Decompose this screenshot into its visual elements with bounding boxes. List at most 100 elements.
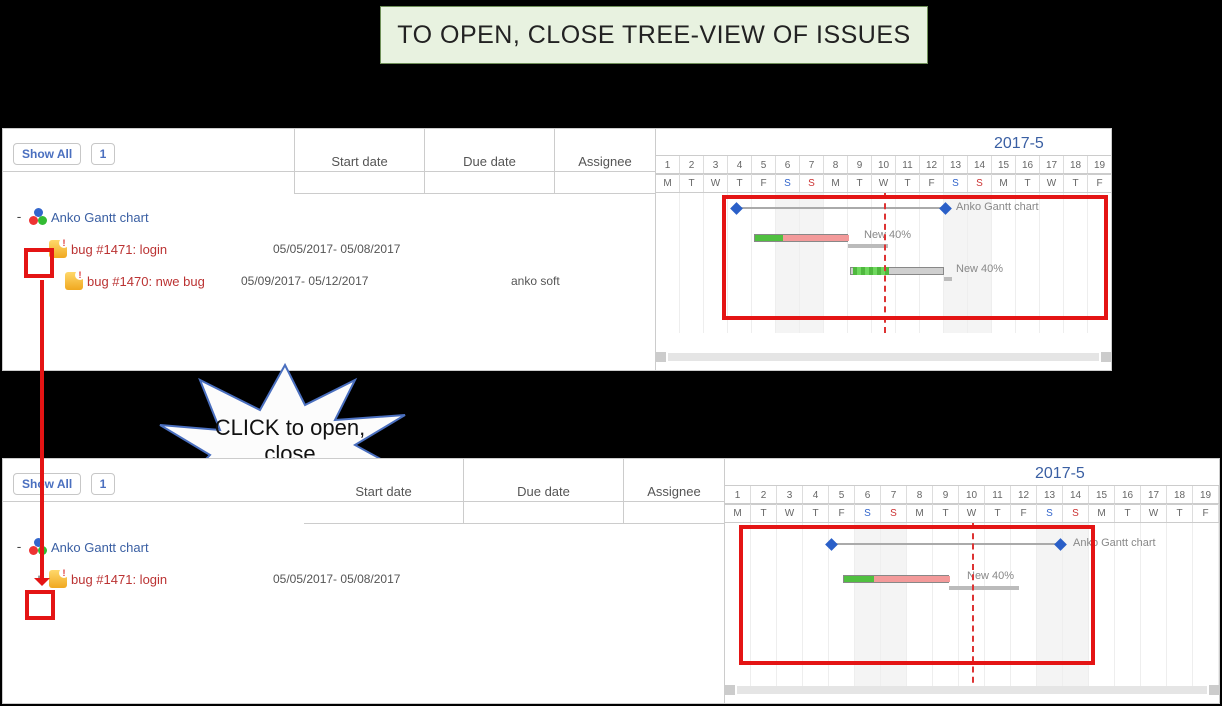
gantt-label-project: Anko Gantt chart <box>1073 537 1156 549</box>
show-all-button[interactable]: Show All <box>13 143 81 165</box>
scroll-right-icon[interactable] <box>1101 352 1111 362</box>
dow-cell: M <box>824 174 848 192</box>
dow-cell: S <box>1037 504 1063 522</box>
dow-cell: W <box>777 504 803 522</box>
gantt-bar-1470[interactable] <box>850 267 944 275</box>
tree-row-project: - Anko Gantt chart <box>3 201 655 233</box>
day-cell: 5 <box>829 486 855 504</box>
dow-cell: T <box>848 174 872 192</box>
day-cell: 2 <box>751 486 777 504</box>
toggle-issue-1471[interactable]: - <box>33 243 45 255</box>
day-cell: 6 <box>776 156 800 174</box>
gantt-bar-project[interactable] <box>736 207 946 213</box>
page-1-button[interactable]: 1 <box>91 473 116 495</box>
project-link[interactable]: Anko Gantt chart <box>51 210 149 225</box>
issue-1471-link[interactable]: bug #1471: login <box>71 242 167 257</box>
gantt-bar-1471[interactable] <box>754 234 848 242</box>
bug-icon <box>49 570 67 588</box>
day-cell: 15 <box>992 156 1016 174</box>
day-cell: 4 <box>803 486 829 504</box>
gantt-status-1471: New 40% <box>864 229 911 241</box>
tree-zone: Show All 1 Start date Due date Assignee … <box>3 459 725 703</box>
issue-1470-assignee: anko soft <box>511 274 560 288</box>
dow-cell: S <box>855 504 881 522</box>
scroll-right-icon[interactable] <box>1209 685 1219 695</box>
show-all-button[interactable]: Show All <box>13 473 81 495</box>
tree-row-issue-1470: bug #1470: nwe bug 05/09/2017- 05/12/201… <box>3 265 655 297</box>
dow-cell: F <box>829 504 855 522</box>
dow-cell: F <box>1193 504 1219 522</box>
day-cell: 19 <box>1088 156 1111 174</box>
toggle-project[interactable]: - <box>13 211 25 223</box>
issue-1471-link[interactable]: bug #1471: login <box>71 572 167 587</box>
day-cell: 10 <box>959 486 985 504</box>
header-start-date: Start date <box>304 459 464 523</box>
gantt-tail-1470 <box>944 277 952 281</box>
page-1-button[interactable]: 1 <box>91 143 116 165</box>
day-cell: 15 <box>1089 486 1115 504</box>
dow-cell: W <box>959 504 985 522</box>
day-cell: 13 <box>944 156 968 174</box>
day-cell: 11 <box>896 156 920 174</box>
day-cell: 11 <box>985 486 1011 504</box>
issue-1470-dates: 05/09/2017- 05/12/2017 <box>241 274 501 288</box>
gantt-panel-expanded: Show All 1 Start date Due date Assignee … <box>2 128 1112 371</box>
horizontal-scrollbar[interactable] <box>725 685 1219 695</box>
day-cell: 19 <box>1193 486 1219 504</box>
dow-cell: T <box>1115 504 1141 522</box>
day-cell: 5 <box>752 156 776 174</box>
scroll-left-icon[interactable] <box>656 352 666 362</box>
dow-cell: S <box>1063 504 1089 522</box>
day-cell: 12 <box>920 156 944 174</box>
dow-cell: S <box>800 174 824 192</box>
gantt-bar-project[interactable] <box>831 543 1061 549</box>
day-cell: 13 <box>1037 486 1063 504</box>
annotation-arrow <box>40 280 44 584</box>
header-assignee: Assignee <box>624 459 724 523</box>
dow-cell: F <box>1011 504 1037 522</box>
issue-1471-dates: 05/05/2017- 05/08/2017 <box>273 242 533 256</box>
toggle-project[interactable]: - <box>13 541 25 553</box>
gantt-chart-top: 2017-5 12345678910111213141516171819 MTW… <box>656 129 1111 370</box>
gantt-tail-1471 <box>949 586 1019 590</box>
bug-icon <box>49 240 67 258</box>
dow-cell: M <box>1089 504 1115 522</box>
day-cell: 14 <box>1063 486 1089 504</box>
horizontal-scrollbar[interactable] <box>656 352 1111 362</box>
calendar-days-row: 12345678910111213141516171819 <box>656 155 1111 175</box>
gantt-status-1471: New 40% <box>967 570 1014 582</box>
dow-cell: F <box>920 174 944 192</box>
dow-cell: T <box>803 504 829 522</box>
dow-cell: T <box>985 504 1011 522</box>
issue-1471-dates: 05/05/2017- 05/08/2017 <box>273 572 533 586</box>
day-cell: 9 <box>933 486 959 504</box>
day-cell: 16 <box>1115 486 1141 504</box>
calendar-days-row: 12345678910111213141516171819 <box>725 485 1219 505</box>
dow-cell: S <box>776 174 800 192</box>
dow-cell: W <box>704 174 728 192</box>
column-headers: Start date Due date Assignee <box>294 129 655 194</box>
gantt-panel-collapsed: Show All 1 Start date Due date Assignee … <box>2 458 1220 704</box>
tree-row-issue-1471: - bug #1471: login 05/05/2017- 05/08/201… <box>3 233 655 265</box>
gantt-tail-1471 <box>848 244 888 248</box>
dow-cell: F <box>1088 174 1111 192</box>
dow-cell: T <box>728 174 752 192</box>
gantt-label-project: Anko Gantt chart <box>956 201 1039 213</box>
dow-cell: T <box>1016 174 1040 192</box>
header-due-date: Due date <box>464 459 624 523</box>
dow-cell: T <box>680 174 704 192</box>
dow-cell: M <box>992 174 1016 192</box>
issue-1470-link[interactable]: bug #1470: nwe bug <box>87 274 205 289</box>
gantt-bar-1471[interactable] <box>843 575 949 583</box>
scroll-left-icon[interactable] <box>725 685 735 695</box>
project-link[interactable]: Anko Gantt chart <box>51 540 149 555</box>
tutorial-banner: TO OPEN, CLOSE TREE-VIEW OF ISSUES <box>380 6 928 64</box>
month-label: 2017-5 <box>1035 465 1085 483</box>
header-start-date: Start date <box>295 129 425 193</box>
dow-cell: T <box>1167 504 1193 522</box>
dow-cell: T <box>751 504 777 522</box>
day-cell: 18 <box>1064 156 1088 174</box>
tree-zone: Show All 1 Start date Due date Assignee … <box>3 129 656 370</box>
dow-cell: S <box>881 504 907 522</box>
day-cell: 8 <box>824 156 848 174</box>
